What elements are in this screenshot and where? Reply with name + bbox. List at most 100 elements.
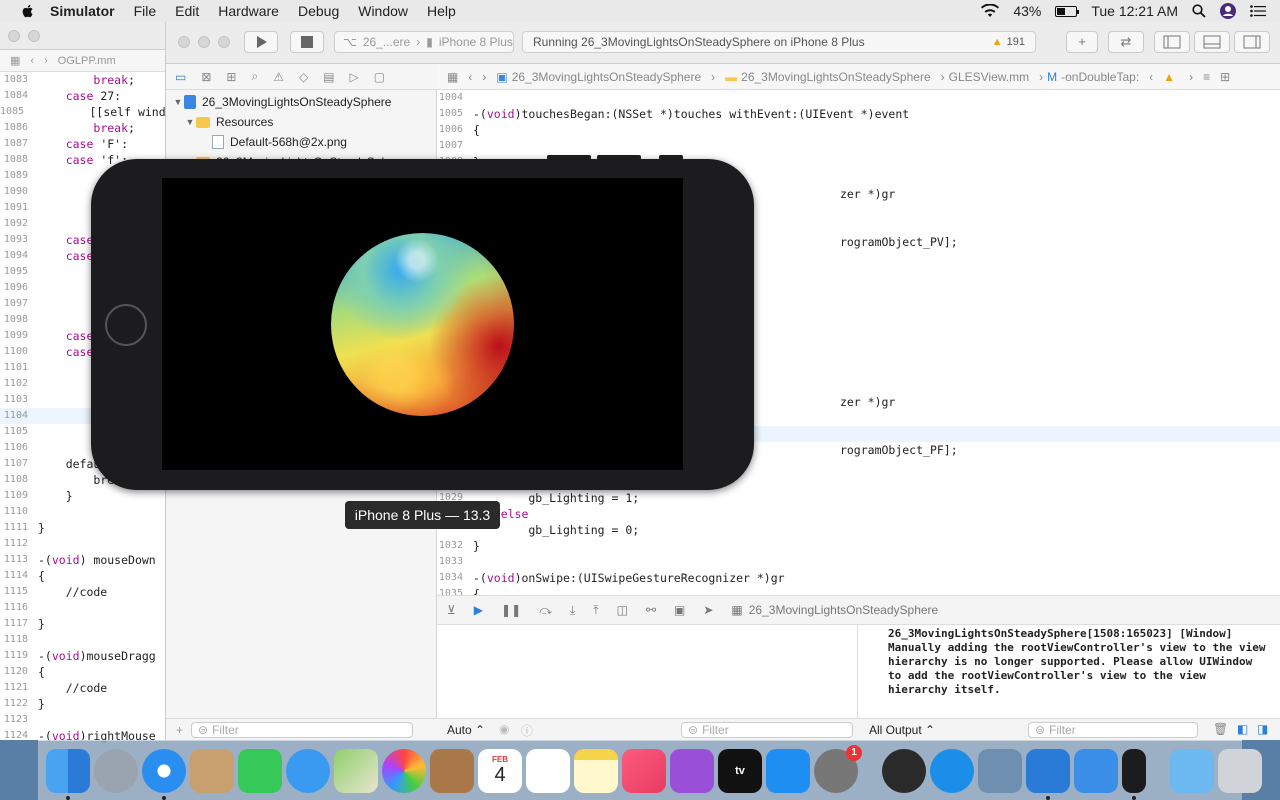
warning-count-badge[interactable]: ▲ 191 [992,36,1025,48]
app-store-icon[interactable] [766,748,810,793]
back-arrow-icon[interactable]: ‹ [30,55,34,67]
variables-scope-select[interactable]: Auto ⌃ [447,723,485,737]
line-number[interactable]: 1101 [0,360,38,376]
close-window-button[interactable] [178,36,190,48]
line-number[interactable]: 1034 [437,570,473,586]
code-line[interactable]: 1119 -(void)mouseDragg [0,648,165,664]
line-number[interactable]: 1091 [0,200,38,216]
notes-icon[interactable] [574,748,618,793]
info-icon[interactable]: ⓘ [521,722,533,739]
finder-icon[interactable] [46,748,90,800]
zoom-window-button[interactable] [218,36,230,48]
contacts-icon[interactable] [430,748,474,793]
variables-filter-input[interactable]: ⊜ Filter [681,722,853,738]
preview-icon[interactable] [978,748,1022,793]
apple-menu-icon[interactable] [20,3,36,19]
code-line[interactable]: 1083 break; [0,72,165,88]
code-line[interactable]: 1086 break; [0,120,165,136]
code-line[interactable]: 1120{ [0,664,165,680]
line-number[interactable]: 1119 [0,648,38,664]
find-navigator-icon[interactable]: ⌕ [251,69,258,84]
issue-navigator-icon[interactable]: ⚠ [273,70,284,84]
symbol-navigator-icon[interactable]: ⊞ [226,70,236,84]
line-number[interactable]: 1122 [0,696,38,712]
library-button[interactable]: + [1066,31,1098,53]
messages-icon[interactable] [286,748,330,793]
calendar-icon[interactable]: FEB 4 [478,748,522,793]
view-debugger-icon[interactable]: ◫ [617,603,628,617]
line-number[interactable]: 1004 [437,90,473,106]
add-editor-icon[interactable]: ⊞ [1220,70,1230,84]
menu-window[interactable]: Window [358,3,408,19]
variables-view[interactable] [437,625,858,718]
related-items-icon[interactable]: ▦ [447,70,458,84]
menu-app-simulator[interactable]: Simulator [50,3,115,19]
line-number[interactable]: 1007 [437,138,473,154]
activity-viewer[interactable]: Running 26_3MovingLightsOnSteadySphere o… [522,31,1036,53]
jump-segment-method[interactable]: -onDoubleTap: [1061,70,1139,84]
code-line[interactable]: 1005 -(void)touchesBegan:(NSSet *)touches… [437,106,1280,122]
code-line[interactable]: 1110 [0,504,165,520]
tv-icon[interactable]: tv [718,748,762,793]
background-file-name[interactable]: OGLPP.mm [58,55,116,67]
line-number[interactable]: 1090 [0,184,38,200]
line-number[interactable]: 1092 [0,216,38,232]
downloads-folder-icon[interactable] [1170,748,1214,793]
wifi-icon[interactable] [981,4,1000,18]
code-line[interactable]: 1085 [[self window [0,104,180,120]
code-line[interactable]: 1033 [437,554,1280,570]
line-number[interactable]: 1105 [0,424,38,440]
line-number[interactable]: 1102 [0,376,38,392]
trash-icon[interactable]: 🗑 [1213,722,1228,736]
music-icon[interactable] [622,748,666,793]
line-number[interactable]: 1108 [0,472,38,488]
reminders-icon[interactable] [526,748,570,793]
toggle-navigator-button[interactable] [1154,31,1190,53]
project-navigator-icon[interactable]: ▭ [175,70,186,84]
system-preferences-icon[interactable]: 1 [814,744,862,793]
stop-button[interactable] [290,31,324,53]
menu-hardware[interactable]: Hardware [218,3,279,19]
menu-help[interactable]: Help [427,3,456,19]
console-output[interactable]: 26_3MovingLightsOnSteadySphere[1508:1650… [858,625,1280,718]
console-filter-input[interactable]: ⊜ Filter [1028,722,1198,738]
line-number[interactable]: 1117 [0,616,38,632]
disclosure-open-icon[interactable]: ▼ [172,97,184,107]
line-number[interactable]: 1087 [0,136,38,152]
project-row[interactable]: ▼ 26_3MovingLightsOnSteadySphere [166,92,436,112]
launchpad-icon[interactable] [94,748,138,793]
code-line[interactable]: 1117} [0,616,165,632]
split-right-icon[interactable]: ◨ [1257,722,1268,736]
line-number[interactable]: 1106 [0,440,38,456]
grid-icon[interactable]: ▦ [10,54,20,67]
code-line[interactable]: 1116 [0,600,165,616]
line-number[interactable]: 1088 [0,152,38,168]
environment-overrides-icon[interactable]: ▣ [674,603,685,617]
toggle-inspector-button[interactable] [1234,31,1270,53]
safari-icon[interactable] [142,748,186,800]
disclosure-open-icon[interactable]: ▼ [184,117,196,127]
jump-segment-group[interactable]: 26_3MovingLightsOnSteadySphere [741,70,930,84]
minimap-toggle-icon[interactable]: ≡ [1203,70,1210,84]
code-line[interactable]: 1109 } [0,488,165,504]
code-line[interactable]: 1035{ [437,586,1280,595]
code-line[interactable]: 1004 [437,90,1280,106]
user-avatar-icon[interactable] [1220,3,1236,19]
code-line[interactable]: 1006{ [437,122,1280,138]
line-number[interactable]: 1085 [0,104,34,120]
step-over-icon[interactable]: ⤼ [539,603,552,618]
line-number[interactable]: 1107 [0,456,38,472]
line-number[interactable]: 1089 [0,168,38,184]
code-line[interactable]: 1114{ [0,568,165,584]
add-file-icon[interactable]: + [176,723,183,737]
back-arrow-icon[interactable]: ‹ [468,70,472,84]
toggle-debug-area-button[interactable] [1194,31,1230,53]
code-line[interactable]: 1118 [0,632,165,648]
code-line[interactable]: 1034 -(void)onSwipe:(UISwipeGestureRecogn… [437,570,1280,586]
teamviewer-icon[interactable] [930,748,974,793]
iphone-simulator-device[interactable] [91,155,754,490]
split-left-icon[interactable]: ◧ [1237,722,1248,736]
breakpoint-navigator-icon[interactable]: ▷ [350,70,359,84]
test-navigator-icon[interactable]: ◇ [299,70,308,84]
code-line[interactable]: 1113 -(void) mouseDown [0,552,165,568]
